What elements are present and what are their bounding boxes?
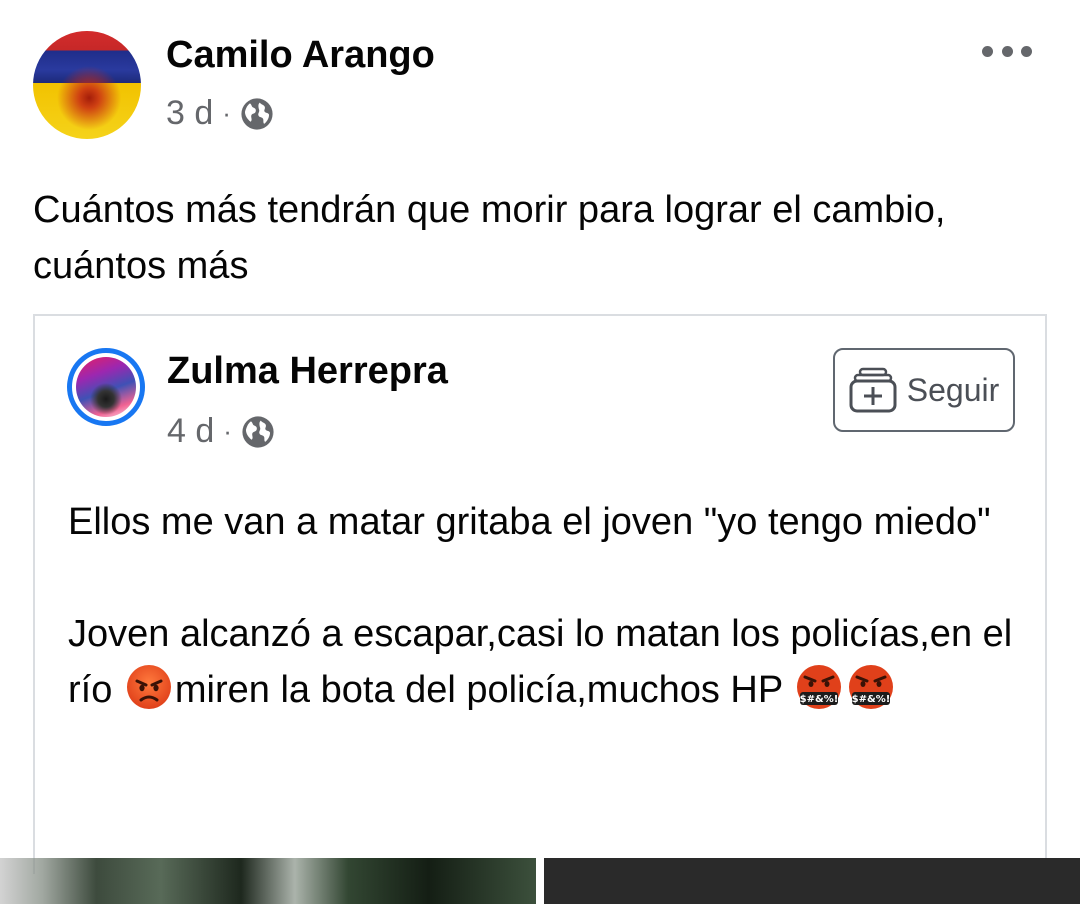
shared-post-time[interactable]: 4 d <box>167 412 214 451</box>
shared-author-avatar[interactable] <box>67 348 145 426</box>
follow-label: Seguir <box>906 371 1000 408</box>
svg-text:$#&%!: $#&%! <box>852 694 891 705</box>
meta-separator: · <box>222 98 231 128</box>
post-meta: 3 d · <box>166 94 274 133</box>
more-dot <box>1001 45 1013 57</box>
media-thumbnail-right[interactable] <box>544 858 1080 904</box>
more-dot <box>982 45 993 57</box>
shared-avatar-image <box>76 357 136 417</box>
more-dot <box>1021 45 1032 57</box>
more-options-icon[interactable] <box>982 36 1032 66</box>
globe-icon <box>242 415 274 448</box>
globe-icon <box>241 97 273 130</box>
angry-face-icon <box>126 665 171 709</box>
media-preview <box>0 858 1080 904</box>
shared-paragraph-1: Ellos me van a matar gritaba el joven "y… <box>68 501 991 543</box>
face-with-symbols-on-mouth-icon: $#&%! <box>797 665 842 709</box>
author-avatar[interactable] <box>33 31 141 139</box>
follow-button[interactable]: Seguir <box>833 348 1015 432</box>
paragraph-2-part-2: miren la bota del policía,muchos HP <box>174 669 794 711</box>
meta-separator: · <box>223 416 232 446</box>
face-with-symbols-on-mouth-icon: $#&%! <box>849 665 894 709</box>
shared-post-card[interactable]: Zulma Herrepra 4 d · Seguir Ellos me van… <box>33 314 1047 874</box>
author-name[interactable]: Camilo Arango <box>166 34 435 77</box>
post-header: Camilo Arango 3 d · <box>0 0 1080 150</box>
shared-post-text: Ellos me van a matar gritaba el joven "y… <box>68 494 1018 718</box>
shared-author-name[interactable]: Zulma Herrepra <box>167 350 448 393</box>
svg-text:$#&%!: $#&%! <box>800 694 839 705</box>
follow-plus-icon <box>849 367 897 413</box>
media-thumbnail-left[interactable] <box>0 858 536 904</box>
post-text: Cuántos más tendrán que morir para logra… <box>33 189 946 287</box>
post-time[interactable]: 3 d <box>166 94 213 133</box>
shared-paragraph-2: Joven alcanzó a escapar,casi lo matan lo… <box>68 606 1018 718</box>
shared-post-meta: 4 d · <box>167 412 275 451</box>
